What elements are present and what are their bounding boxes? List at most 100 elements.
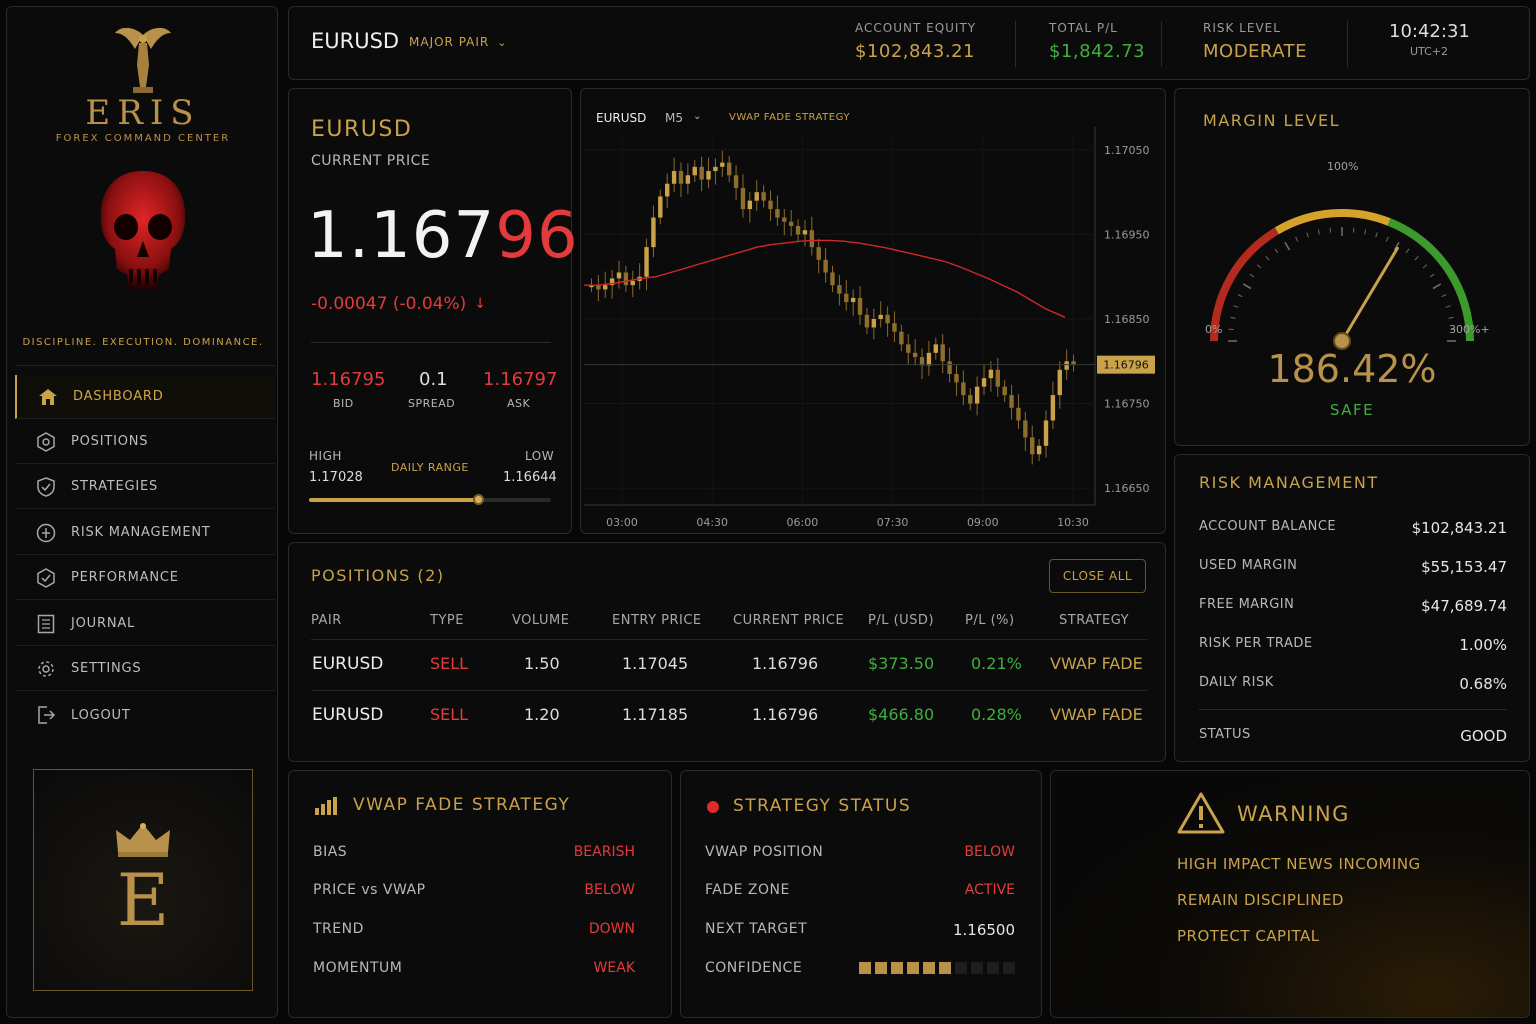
gauge-tick	[1414, 255, 1419, 261]
candle	[768, 200, 773, 210]
candle	[651, 217, 656, 248]
nav-risk-management[interactable]: RISK MANAGEMENT	[15, 511, 275, 555]
gauge-tick	[1317, 229, 1320, 235]
gauge-tick	[1329, 227, 1332, 233]
spread-label: SPREAD	[408, 397, 456, 410]
candle	[871, 319, 877, 328]
low-label: LOW	[525, 449, 555, 463]
pl-label: TOTAL P/L	[1049, 21, 1118, 35]
candle	[1043, 420, 1049, 446]
gauge-tick	[1295, 236, 1299, 242]
risk-level-stat: RISK LEVEL MODERATE	[1203, 21, 1307, 62]
candle	[961, 382, 966, 396]
risk-title: RISK MANAGEMENT	[1199, 473, 1379, 492]
emblem-letter: E	[116, 858, 170, 942]
gauge-tick	[1256, 264, 1262, 269]
emblem: E	[33, 769, 253, 991]
nav-label: STRATEGIES	[71, 479, 159, 494]
brand-title: ERIS	[85, 93, 201, 133]
gauge-max-label: 300%+	[1449, 323, 1490, 336]
risk-level-value: MODERATE	[1203, 41, 1307, 62]
candle	[658, 196, 663, 218]
warning-line: REMAIN DISCIPLINED	[1177, 891, 1344, 909]
col-header: P/L (%)	[965, 613, 1015, 628]
candle	[1064, 361, 1069, 370]
positions-icon	[35, 431, 57, 453]
chevron-down-icon: ⌄	[497, 35, 508, 49]
candle	[844, 293, 849, 303]
gauge-tick	[1228, 328, 1234, 331]
candle	[685, 175, 691, 184]
gauge-tick	[1306, 232, 1309, 238]
price-panel: EURUSD CURRENT PRICE 1.16796 -0.00047 (-…	[288, 88, 578, 534]
gauge-tick	[1448, 316, 1454, 319]
risk-row: USED MARGIN $55,153.47	[1199, 558, 1507, 576]
warning-line: HIGH IMPACT NEWS INCOMING	[1177, 855, 1421, 873]
close-all-button[interactable]: CLOSE ALL	[1049, 559, 1146, 593]
gear-icon	[35, 658, 57, 680]
risk-row: FREE MARGIN $47,689.74	[1199, 597, 1507, 615]
candle	[809, 230, 815, 248]
gauge-mid-label: 100%	[1327, 160, 1359, 173]
clock: 10:42:31 UTC+2	[1389, 21, 1470, 58]
margin-panel: MARGIN LEVEL 100% 0% 300%+ 186.42% SAFE	[1174, 88, 1530, 446]
x-tick-label: 10:30	[1057, 516, 1089, 529]
gauge-tick	[1352, 227, 1355, 233]
clock-time: 10:42:31	[1389, 21, 1470, 42]
skull-icon	[100, 171, 186, 289]
risk-icon	[35, 522, 57, 544]
gauge-tick	[1429, 273, 1435, 278]
nav-journal[interactable]: JOURNAL	[15, 602, 275, 646]
candle	[816, 247, 821, 260]
candle	[864, 314, 870, 328]
candle	[1071, 361, 1076, 365]
x-tick-label: 03:00	[606, 516, 638, 529]
nav-settings[interactable]: SETTINGS	[15, 647, 275, 691]
candle	[837, 285, 842, 294]
candle	[968, 395, 973, 404]
candle	[1057, 369, 1062, 396]
candle	[988, 369, 994, 379]
gauge-tick	[1233, 305, 1239, 308]
candle	[782, 217, 787, 222]
current-price-tag-label: 1.16796	[1103, 359, 1149, 372]
candle	[947, 361, 952, 374]
gauge-tick	[1230, 316, 1236, 319]
daily-range-bar	[309, 494, 551, 505]
candle	[775, 209, 780, 218]
daily-range-marker	[473, 494, 485, 505]
status-row: NEXT TARGET 1.16500	[705, 921, 1015, 939]
pair-type-dropdown[interactable]: MAJOR PAIR ⌄	[409, 35, 507, 49]
table-row[interactable]: EURUSD SELL 1.20 1.17185 1.16796 $466.80…	[311, 690, 1147, 740]
margin-status: SAFE	[1329, 401, 1375, 419]
nav-strategies[interactable]: STRATEGIES	[15, 465, 275, 509]
price-pips: 96	[495, 199, 579, 273]
nav-performance[interactable]: PERFORMANCE	[15, 556, 275, 600]
candle	[878, 314, 883, 319]
candle	[754, 192, 759, 201]
candle	[995, 369, 1000, 387]
price-change: -0.00047 (-0.04%) ↓	[311, 294, 486, 314]
pl-stat: TOTAL P/L $1,842.73	[1049, 21, 1145, 62]
confidence-block	[939, 962, 951, 974]
performance-icon	[35, 567, 57, 589]
equity-value: $102,843.21	[855, 41, 976, 62]
risk-management-panel: RISK MANAGEMENT ACCOUNT BALANCE $102,843.…	[1174, 454, 1530, 762]
candle	[788, 221, 794, 226]
nav-positions[interactable]: POSITIONS	[15, 420, 275, 464]
candle	[603, 285, 608, 290]
nav-logout[interactable]: LOGOUT	[15, 693, 275, 737]
y-tick-label: 1.16850	[1104, 313, 1150, 326]
candle	[885, 314, 890, 324]
price-chart[interactable]: 1.17050 1.16950 1.16850 1.16750 1.16650 03:00…	[581, 89, 1165, 533]
nav-dashboard[interactable]: DASHBOARD	[15, 375, 275, 419]
gauge-tick	[1375, 232, 1378, 238]
table-row[interactable]: EURUSD SELL 1.50 1.17045 1.16796 $373.50…	[311, 639, 1147, 689]
winged-statue-icon	[115, 27, 171, 93]
y-tick-label: 1.16950	[1104, 228, 1150, 241]
candle	[726, 162, 732, 176]
status-row: VWAP POSITION BELOW	[705, 844, 1015, 860]
strategy-row: TREND DOWN	[313, 921, 635, 937]
nav-label: PERFORMANCE	[71, 570, 179, 585]
candle	[823, 259, 828, 273]
